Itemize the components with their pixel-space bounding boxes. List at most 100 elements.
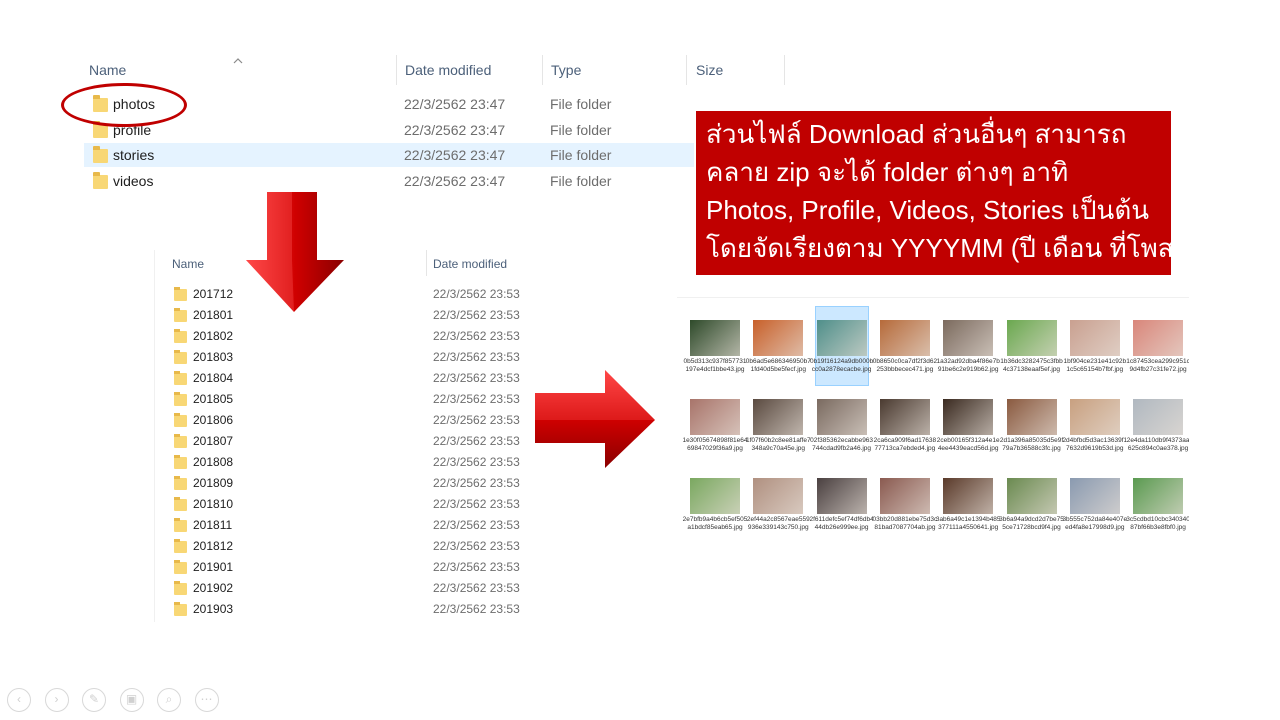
subfolder-row[interactable]: 201812 22/3/2562 23:53: [168, 536, 528, 556]
image-file-tile[interactable]: 0b19f16124a9db000bcc0a2878ecacbe.jpg: [809, 306, 875, 384]
image-thumbnail: [1133, 399, 1184, 435]
image-thumbnail: [816, 478, 867, 514]
subfolder-row[interactable]: 201810 22/3/2562 23:53: [168, 494, 528, 514]
subfolder-date: 22/3/2562 23:53: [433, 350, 520, 364]
image-thumbnail: [943, 320, 994, 356]
folder-type: File folder: [550, 147, 612, 164]
image-file-tile[interactable]: 03bb20d881ebe75d3c81bad7087704ab.jpg: [872, 464, 938, 542]
folder-icon: [174, 455, 187, 469]
image-file-tile[interactable]: 2d4bfbd5d3ac13639f17632d9619b53d.jpg: [1062, 385, 1128, 463]
subfolder-date: 22/3/2562 23:53: [433, 434, 520, 448]
subfolder-row[interactable]: 201806 22/3/2562 23:53: [168, 410, 528, 430]
folder-date: 22/3/2562 23:47: [404, 96, 506, 112]
folder-icon: [174, 560, 187, 574]
zoom-icon[interactable]: ⌕: [157, 688, 181, 712]
slides-icon[interactable]: ▣: [119, 688, 144, 712]
subfolder-row[interactable]: 201801 22/3/2562 23:53: [168, 305, 528, 325]
subfolder-row[interactable]: 201803 22/3/2562 23:53: [168, 347, 528, 367]
thumbnail-panel: 0b5d313c937f857731197e4dcf1bbe43.jpg 0b6a…: [677, 297, 1189, 548]
image-file-tile[interactable]: 02f385362ecabbe963744cdad9fb2a46.jpg: [809, 385, 875, 463]
image-filename: 1bf904ce231e41c92b1c5c65154b7fbf.jpg: [1063, 358, 1127, 373]
image-thumbnail: [753, 320, 804, 356]
column-header-type[interactable]: Type: [551, 62, 581, 78]
image-file-tile[interactable]: 2ef44a2c8567eae559936e339143c750.jpg: [745, 464, 811, 542]
folder-row-videos[interactable]: videos 22/3/2562 23:47 File folder: [84, 169, 694, 193]
image-file-tile[interactable]: 2ceb00165f312a4e1e4ee4439eacd56d.jpg: [935, 385, 1001, 463]
image-file-tile[interactable]: 1e30f05674898f81e6469847029f36a9.jpg: [682, 385, 748, 463]
subfolder-name: 201801: [193, 308, 234, 322]
subfolder-row[interactable]: 201802 22/3/2562 23:53: [168, 326, 528, 346]
image-file-tile[interactable]: 2d1a396a85035d5e9f79a7b36588c3fc.jpg: [999, 385, 1065, 463]
subfolder-row[interactable]: 201903 22/3/2562 23:53: [168, 599, 528, 619]
subfolder-date: 22/3/2562 23:53: [433, 581, 520, 595]
image-file-tile[interactable]: 3b6a94a9dcd2d7be755ce71728bcd9f4.jpg: [999, 464, 1065, 542]
image-filename: 2ef44a2c8567eae559936e339143c750.jpg: [746, 516, 810, 531]
subfolder-row[interactable]: 201804 22/3/2562 23:53: [168, 368, 528, 388]
image-filename: 2f611defc5ef74df6db444db26e999ee.jpg: [809, 516, 874, 531]
folder-type: File folder: [550, 96, 612, 112]
previous-icon[interactable]: ‹: [7, 688, 31, 712]
subfolder-date: 22/3/2562 23:53: [433, 371, 520, 385]
subfolder-row[interactable]: 201807 22/3/2562 23:53: [168, 431, 528, 451]
image-thumbnail: [943, 478, 994, 514]
image-thumbnail: [1006, 478, 1057, 514]
subfolder-name: 201802: [193, 329, 234, 343]
image-file-tile[interactable]: 0b8650c0ca7df2f3d62253bbbecec471.jpg: [872, 306, 938, 384]
image-file-tile[interactable]: 1c87453cea299c951c9d4fb27c31fe72.jpg: [1125, 306, 1189, 384]
image-file-tile[interactable]: 0b5d313c937f857731197e4dcf1bbe43.jpg: [682, 306, 748, 384]
subfolder-name: 201901: [193, 560, 234, 574]
subfolder-row[interactable]: 201809 22/3/2562 23:53: [168, 473, 528, 493]
callout-line: โดยจัดเรียงตาม YYYYMM (ปี เดือน ที่โพส): [706, 233, 1183, 263]
image-file-tile[interactable]: 2f611defc5ef74df6db444db26e999ee.jpg: [809, 464, 875, 542]
folder-row-profile[interactable]: profile 22/3/2562 23:47 File folder: [84, 118, 694, 142]
image-thumbnail: [879, 399, 930, 435]
image-filename: 2d4bfbd5d3ac13639f17632d9619b53d.jpg: [1062, 437, 1128, 452]
pen-icon[interactable]: ✎: [82, 688, 106, 712]
image-file-tile[interactable]: 3b555c752da84e407eed4fa8e17998d9.jpg: [1062, 464, 1128, 542]
folder-name: stories: [113, 147, 155, 164]
subfolder-date: 22/3/2562 23:53: [433, 392, 520, 406]
more-icon[interactable]: ⋯: [194, 688, 219, 712]
subfolder-row[interactable]: 201901 22/3/2562 23:53: [168, 557, 528, 577]
image-thumbnail: [690, 320, 740, 356]
image-filename: 3ab6a49c1e1394b485377111a4550641.jpg: [935, 516, 1001, 531]
folder-icon: [174, 476, 187, 490]
column-header-size[interactable]: Size: [696, 62, 723, 78]
image-file-tile[interactable]: 1f07f60b2c8ee81affe7348a9c70a45e.jpg: [745, 385, 811, 463]
subfolder-row[interactable]: 201902 22/3/2562 23:53: [168, 578, 528, 598]
sub-column-header-date[interactable]: Date modified: [433, 257, 507, 271]
image-filename: 0b8650c0ca7df2f3d62253bbbecec471.jpg: [872, 358, 938, 373]
subfolder-name: 201712: [193, 287, 234, 301]
column-header-name[interactable]: Name: [89, 62, 126, 78]
folder-icon: [174, 329, 187, 343]
image-file-tile[interactable]: 3c5cdbd10cbc34034087bf66b3e8fbf0.jpg: [1125, 464, 1189, 542]
subfolder-date: 22/3/2562 23:53: [433, 413, 520, 427]
image-file-tile[interactable]: 1bf904ce231e41c92b1c5c65154b7fbf.jpg: [1062, 306, 1128, 384]
image-thumbnail: [1069, 399, 1120, 435]
image-file-tile[interactable]: 2e4da110db9f4373aa625c894c0ae378.jpg: [1125, 385, 1189, 463]
image-file-tile[interactable]: 3ab6a49c1e1394b485377111a4550641.jpg: [935, 464, 1001, 542]
image-file-tile[interactable]: 2ca6ca909f6ad1763877713ca7ebded4.jpg: [872, 385, 938, 463]
subfolder-row[interactable]: 201811 22/3/2562 23:53: [168, 515, 528, 535]
image-thumbnail: [690, 399, 740, 435]
image-file-tile[interactable]: 2e7bfb9a4b6cb5ef505a1bdcf85eab65.jpg: [682, 464, 748, 542]
image-filename: 1c87453cea299c951c9d4fb27c31fe72.jpg: [1126, 358, 1189, 373]
subfolder-name: 201808: [193, 455, 234, 469]
sub-column-header-name[interactable]: Name: [172, 257, 204, 271]
image-thumbnail: [1069, 478, 1120, 514]
subfolder-name: 201811: [193, 518, 233, 532]
subfolder-row[interactable]: 201808 22/3/2562 23:53: [168, 452, 528, 472]
subfolder-date: 22/3/2562 23:53: [433, 476, 520, 490]
sort-up-icon: [233, 52, 243, 64]
next-icon[interactable]: ›: [44, 688, 69, 712]
column-header-date[interactable]: Date modified: [405, 62, 491, 78]
image-file-tile[interactable]: 1a32ad92dba4f86e7b91be6c2e919b62.jpg: [935, 306, 1001, 384]
image-filename: 2ca6ca909f6ad1763877713ca7ebded4.jpg: [873, 437, 937, 452]
image-filename: 1f07f60b2c8ee81affe7348a9c70a45e.jpg: [746, 437, 811, 452]
subfolder-row[interactable]: 201805 22/3/2562 23:53: [168, 389, 528, 409]
folder-row-stories[interactable]: stories 22/3/2562 23:47 File folder: [84, 143, 694, 168]
image-file-tile[interactable]: 1b36dc3282475c3fbb4c37138eaaf5ef.jpg: [999, 306, 1065, 384]
image-file-tile[interactable]: 0b6ad5e686346950b71fd40d5be5fecf.jpg: [745, 306, 811, 384]
subfolder-date: 22/3/2562 23:53: [433, 455, 520, 469]
subfolder-row[interactable]: 201712 22/3/2562 23:53: [168, 284, 528, 304]
